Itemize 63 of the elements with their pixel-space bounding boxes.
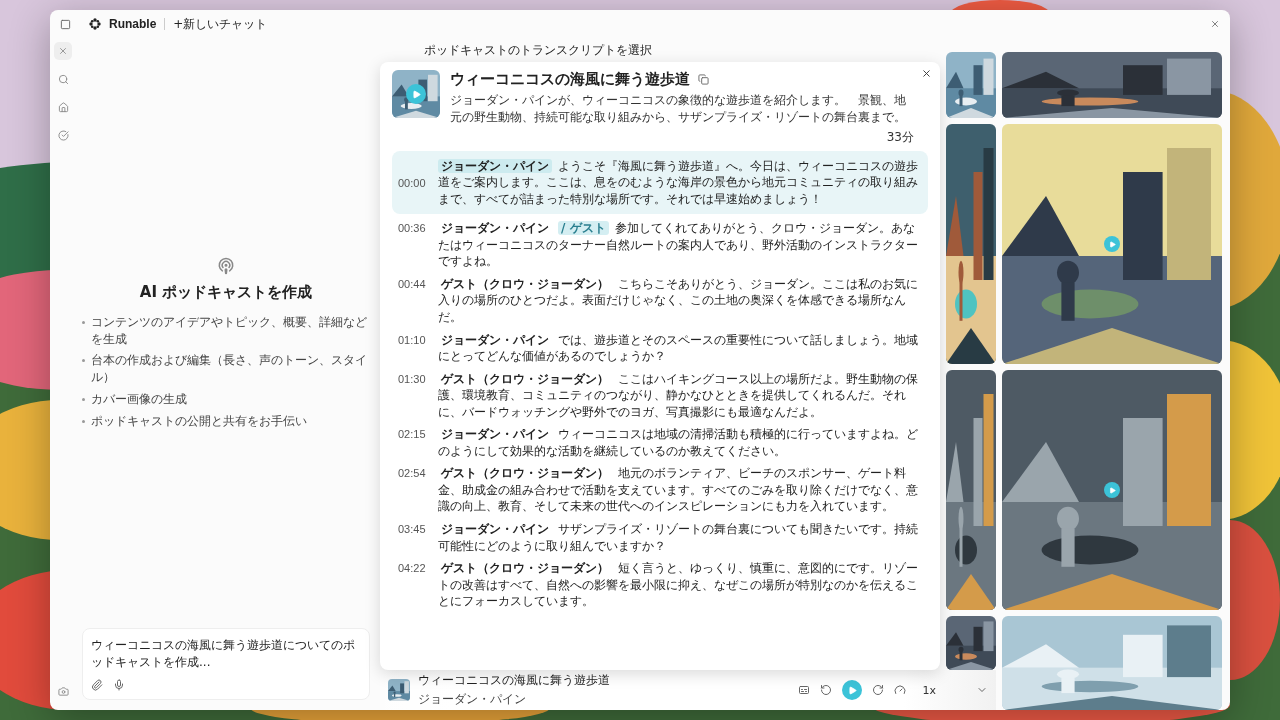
- transcript-entry[interactable]: 03:45 ジョーダン・パイン サザンプライズ・リゾートの舞台裏についても聞きたいです。持続可能性にどのように取り組んでいますか？: [392, 521, 928, 555]
- close-sidebar-button[interactable]: [54, 42, 72, 60]
- episode-description: ジョーダン・パインが、ウィーコニコスの象徴的な遊歩道を紹介します。 景観、地元の野生動物、持続可能な取り組みから、サザンプライズ・リゾートの舞台裏まで。: [450, 92, 907, 126]
- close-icon[interactable]: [921, 68, 932, 79]
- transcript-entry[interactable]: 02:15 ジョーダン・パイン ウィーコニコスは地域の清掃活動も積極的に行っていますよね。どのようにして効果的な活動を継続しているのか教えてください。: [392, 426, 928, 460]
- transcript-line: ゲスト（クロウ・ジョーダン） 短く言うと、ゆっくり、慎重に、意図的にです。リゾートの改善はすべて、自然への影響を最小限に抑え、なぜこの場所が特別なのかを伝えることにフォーカスしています。: [438, 560, 919, 610]
- transcript-line: ゲスト（クロウ・ジョーダン） こちらこそありがとう、ジョーダン。ここは私のお気に入りの場所のひとつだよ。表面だけじゃなく、この土地の奥深くを体感できる場所なんだ。: [438, 275, 919, 326]
- timestamp: 00:36: [398, 221, 427, 235]
- episode-duration: 33分: [886, 128, 914, 146]
- timestamp: 02:54: [398, 466, 427, 480]
- feature-bullet: 台本の作成および編集（長さ、声のトーン、スタイル）: [91, 352, 368, 386]
- microphone-icon[interactable]: [113, 679, 125, 691]
- gauge-icon[interactable]: [894, 684, 907, 696]
- sidebar-toggle-icon[interactable]: [60, 18, 71, 30]
- play-icon: [1108, 486, 1116, 494]
- bullet-icon: [82, 398, 85, 401]
- transcript-entry[interactable]: 00:36 ジョーダン・パイン / ゲスト 参加してくれてありがとう、クロウ・ジョーダン。あなたはウィーコニコスのターナー自然ルートの案内人であり、野外活動のインストラクターですよね。: [392, 220, 928, 270]
- rewind-icon[interactable]: [820, 684, 833, 696]
- transcript-line: ゲスト（クロウ・ジョーダン） 地元のボランティア、ビーチのスポンサー、ゲート料金、助成金の組み合わせで活動を支えています。すべてのごみを取り除くだけでなく、意識の向上、教育、そして未来の世代へのインスピレーションにも力を入れています。: [438, 465, 919, 515]
- empty-state-title: AI ポッドキャストを作成: [139, 282, 313, 302]
- transcript-entry[interactable]: 02:54 ゲスト（クロウ・ジョーダン） 地元のボランティア、ビーチのスポンサー、ゲート料金、助成金の組み合わせで活動を支えています。すべてのごみを取り除くだけでなく、意識の向上、教育、そして未来の世代へのインスピレーションにも力を入れています。: [392, 465, 928, 515]
- forward-icon[interactable]: [872, 684, 885, 696]
- play-icon: [1108, 240, 1116, 248]
- transcript-entry[interactable]: 00:44 ゲスト（クロウ・ジョーダン） こちらこそありがとう、ジョーダン。ここは私のお気に入りの場所のひとつだよ。表面だけじゃなく、この土地の奥深くを体感できる場所なんだ。: [392, 275, 928, 326]
- transcript-line: ジョーダン・パイン ようこそ『海風に舞う遊歩道』へ。今日は、ウィーコニコスの遊歩道をご案内します。ここは、息をのむような海岸の景色から地元コミュニティの取り組みまで、すべてが詰まった特別な場所です。それでは早速始めましょう！: [438, 157, 919, 208]
- logo-icon: [89, 18, 101, 30]
- transcript-line: ゲスト（クロウ・ジョーダン） ここはハイキングコース以上の場所だよ。野生動物の保護、環境教育、コミュニティのつながり、静かなひとときを提供してくれるんだ。それに、バードウォッチングや野外でのヨガ、写真撮影にも最適なんだよ。: [438, 370, 919, 421]
- prompt-field[interactable]: ウィーコニコスの海風に舞う遊歩道についてのポッドキャストを作成...: [82, 628, 370, 700]
- feature-bullet: カバー画像の生成: [91, 391, 187, 408]
- podcast-icon: [217, 256, 235, 275]
- transcript-line: ジョーダン・パイン / ゲスト 参加してくれてありがとう、クロウ・ジョーダン。あなたはウィーコニコスのターナー自然ルートの案内人であり、野外活動のインストラクターですよね。: [438, 220, 919, 270]
- timestamp: 00:44: [398, 276, 427, 290]
- new-chat-button[interactable]: +新しいチャット: [173, 15, 268, 33]
- timestamp: 00:00: [398, 176, 427, 190]
- feature-bullet: コンテンツのアイデアやトピック、概要、詳細などを生成: [91, 313, 368, 348]
- player-title: ウィーコニコスの海風に舞う遊歩道: [418, 672, 611, 689]
- bullet-icon: [82, 419, 85, 423]
- picker-heading: ポッドキャストのトランスクリプトを選択: [423, 41, 653, 59]
- transcript-entry[interactable]: 01:30 ゲスト（クロウ・ジョーダン） ここはハイキングコース以上の場所だよ。野生動物の保護、環境教育、コミュニティのつながり、静かなひとときを提供してくれるんだ。それに、バードウォッチングや野外でのヨガ、写真撮影にも最適なんだよ。: [392, 370, 928, 421]
- episode-title: ウィーコニコスの海風に舞う遊歩道: [450, 70, 690, 89]
- timestamp: 04:22: [398, 561, 427, 575]
- feature-bullet: ポッドキャストの公開と共有をお手伝い: [91, 412, 307, 430]
- timestamp: 01:10: [398, 332, 427, 346]
- bullet-icon: [82, 359, 85, 363]
- transcript-entry[interactable]: 00:00 ジョーダン・パイン ようこそ『海風に舞う遊歩道』へ。今日は、ウィーコニコスの遊歩道をご案内します。ここは、息をのむような海岸の景色から地元コミュニティの取り組みまで、すべてが詰まった特別な場所です。それでは早速始めましょう！: [392, 150, 928, 215]
- brand-name: Runable: [109, 17, 157, 31]
- paperclip-icon[interactable]: [91, 679, 103, 691]
- play-icon: [848, 685, 857, 695]
- copy-icon[interactable]: [698, 74, 709, 85]
- speed-button[interactable]: 1x: [922, 683, 936, 697]
- player-artist: ジョーダン・パイン: [418, 691, 527, 708]
- timestamp: 03:45: [398, 522, 427, 535]
- transcript-line: ジョーダン・パイン ウィーコニコスは地域の清掃活動も積極的に行っていますよね。どのようにして効果的な活動を継続しているのか教えてください。: [438, 426, 919, 460]
- transcript-line: ジョーダン・パイン サザンプライズ・リゾートの舞台裏についても聞きたいです。持続可能性にどのように取り組んでいますか？: [438, 521, 919, 555]
- bullet-icon: [82, 320, 85, 324]
- transcript-entry[interactable]: 01:10 ジョーダン・パイン では、遊歩道とそのスペースの重要性について話しましょう。地域にとってどんな価値があるのでしょうか？: [392, 331, 928, 365]
- close-icon: [58, 46, 68, 56]
- captions-icon[interactable]: [798, 684, 811, 696]
- transcript-entry[interactable]: 04:22 ゲスト（クロウ・ジョーダン） 短く言うと、ゆっくり、慎重に、意図的にです。リゾートの改善はすべて、自然への影響を最小限に抑え、なぜこの場所が特別なのかを伝えることにフォーカスしています。: [392, 560, 928, 610]
- timestamp: 01:30: [398, 371, 427, 385]
- timestamp: 02:15: [398, 427, 427, 441]
- play-icon: [411, 89, 421, 99]
- transcript-line: ジョーダン・パイン では、遊歩道とそのスペースの重要性について話しましょう。地域にとってどんな価値があるのでしょうか？: [438, 331, 919, 365]
